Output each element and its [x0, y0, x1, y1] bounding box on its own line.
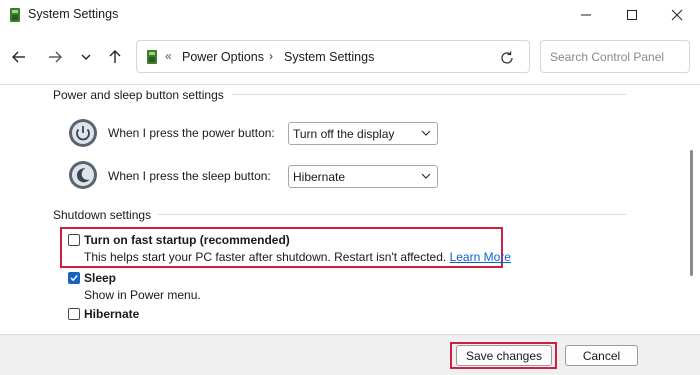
- power-button-label: When I press the power button:: [108, 126, 275, 140]
- shutdown-group-title: Shutdown settings: [53, 208, 152, 222]
- breadcrumb-separator[interactable]: ›: [269, 49, 273, 63]
- scrollbar-thumb[interactable]: [690, 150, 693, 276]
- shutdown-group-divider: [158, 214, 626, 215]
- fast-startup-checkbox[interactable]: [68, 234, 80, 246]
- recent-locations-icon: [81, 54, 91, 60]
- settings-content: Power and sleep button settings When I p…: [0, 86, 700, 334]
- refresh-icon[interactable]: [497, 48, 517, 68]
- chevron-down-icon: [421, 173, 431, 179]
- learn-more-link[interactable]: Learn More: [450, 250, 511, 264]
- power-button-select-value: Turn off the display: [293, 127, 395, 141]
- power-button-select[interactable]: Turn off the display: [288, 122, 438, 145]
- recent-locations-button[interactable]: [73, 44, 99, 70]
- power-group-title: Power and sleep button settings: [53, 88, 224, 102]
- hibernate-label[interactable]: Hibernate: [84, 307, 139, 321]
- fast-startup-description: This helps start your PC faster after sh…: [84, 250, 511, 264]
- fast-startup-label[interactable]: Turn on fast startup (recommended): [84, 233, 290, 247]
- sleep-button-select[interactable]: Hibernate: [288, 165, 438, 188]
- power-group-divider: [232, 94, 626, 95]
- search-placeholder: Search Control Panel: [550, 50, 665, 64]
- navigation-bar: « Power Options › System Settings Search…: [0, 30, 700, 85]
- fast-startup-description-text: This helps start your PC faster after sh…: [84, 250, 447, 264]
- close-button[interactable]: [654, 0, 700, 30]
- forward-button[interactable]: [42, 44, 68, 70]
- breadcrumb-overflow[interactable]: «: [165, 49, 172, 63]
- save-changes-button[interactable]: Save changes: [456, 345, 552, 366]
- sleep-button-label: When I press the sleep button:: [108, 169, 271, 183]
- sleep-button-icon: [69, 161, 97, 189]
- control-panel-icon: [147, 50, 157, 64]
- window-title: System Settings: [28, 7, 119, 21]
- search-input[interactable]: Search Control Panel: [540, 40, 690, 73]
- cancel-button[interactable]: Cancel: [565, 345, 638, 366]
- dialog-footer: Save changes Cancel: [0, 334, 700, 375]
- title-bar: System Settings: [0, 0, 700, 30]
- up-arrow-icon: [109, 50, 121, 63]
- sleep-checkbox[interactable]: [68, 272, 80, 284]
- close-icon: [671, 9, 683, 21]
- sleep-button-select-value: Hibernate: [293, 170, 346, 184]
- minimize-icon: [581, 14, 591, 16]
- app-icon: [10, 8, 20, 22]
- vertical-scrollbar[interactable]: [688, 86, 696, 330]
- back-arrow-icon: [12, 51, 25, 63]
- back-button[interactable]: [6, 44, 32, 70]
- minimize-button[interactable]: [563, 0, 609, 30]
- breadcrumb-system-settings[interactable]: System Settings: [284, 50, 374, 64]
- power-button-icon: [69, 119, 97, 147]
- maximize-button[interactable]: [609, 0, 655, 30]
- forward-arrow-icon: [49, 51, 62, 63]
- hibernate-checkbox[interactable]: [68, 308, 80, 320]
- sleep-label[interactable]: Sleep: [84, 271, 116, 285]
- maximize-icon: [627, 10, 637, 20]
- address-bar[interactable]: « Power Options › System Settings: [136, 40, 530, 73]
- breadcrumb-power-options[interactable]: Power Options: [182, 50, 264, 64]
- up-button[interactable]: [102, 44, 128, 70]
- checkmark-icon: [70, 275, 78, 282]
- sleep-description: Show in Power menu.: [84, 288, 201, 302]
- chevron-down-icon: [421, 130, 431, 136]
